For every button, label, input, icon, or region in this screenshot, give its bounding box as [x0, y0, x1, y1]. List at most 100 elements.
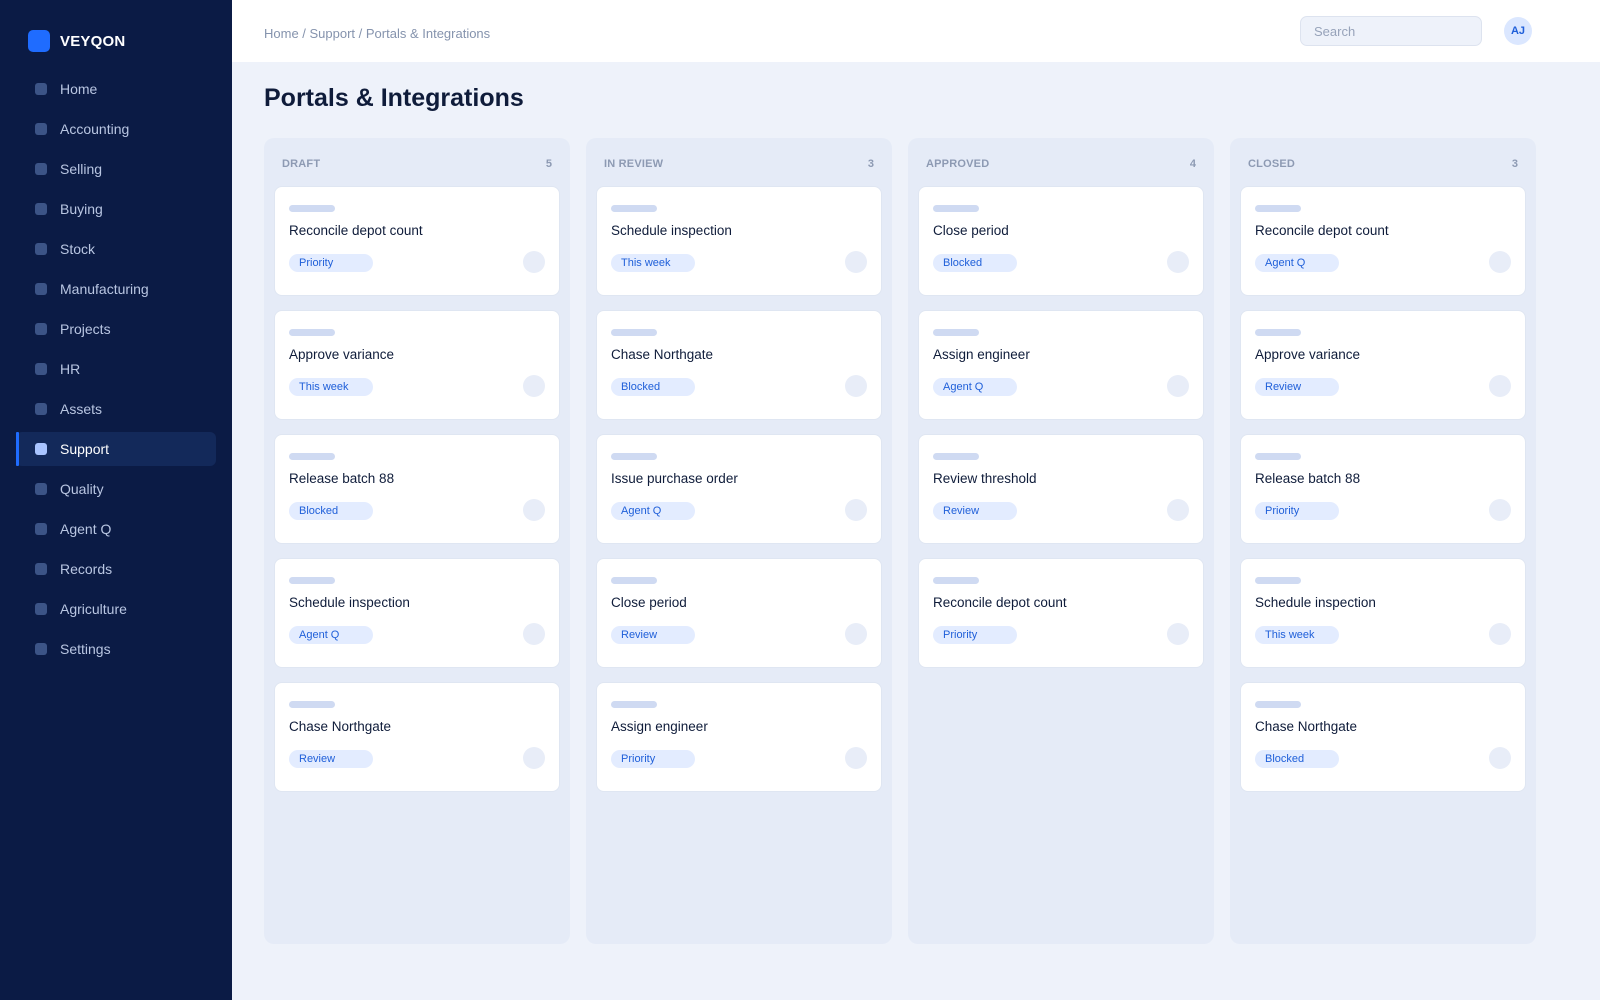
sidebar-item-settings[interactable]: Settings [16, 632, 216, 666]
column-header: APPROVED 4 [918, 150, 1204, 178]
column-title: DRAFT [282, 158, 321, 170]
sidebar-item-hr[interactable]: HR [16, 352, 216, 386]
task-card[interactable]: Review threshold Review [918, 434, 1204, 544]
card-tag[interactable]: Blocked [1255, 750, 1339, 768]
task-card[interactable]: Approve variance This week [274, 310, 560, 420]
breadcrumb[interactable]: Home / Support / Portals & Integrations [264, 26, 490, 41]
assignee-avatar-icon[interactable] [1167, 623, 1189, 645]
sidebar-item-stock[interactable]: Stock [16, 232, 216, 266]
task-card[interactable]: Chase Northgate Review [274, 682, 560, 792]
card-tag[interactable]: Review [289, 750, 373, 768]
task-card[interactable]: Issue purchase order Agent Q [596, 434, 882, 544]
assignee-avatar-icon[interactable] [523, 623, 545, 645]
task-card[interactable]: Schedule inspection This week [1240, 558, 1526, 668]
task-card[interactable]: Approve variance Review [1240, 310, 1526, 420]
sidebar-nav: Home Accounting Selling Buying Stock Manufact… [16, 72, 216, 672]
assignee-avatar-icon[interactable] [1489, 499, 1511, 521]
task-card[interactable]: Reconcile depot count Priority [274, 186, 560, 296]
assignee-avatar-icon[interactable] [1489, 747, 1511, 769]
card-tag[interactable]: Priority [933, 626, 1017, 644]
card-title: Release batch 88 [289, 471, 395, 486]
task-card[interactable]: Schedule inspection This week [596, 186, 882, 296]
board-column: APPROVED 4 Close period Blocked Assign engin… [908, 138, 1214, 944]
task-card[interactable]: Chase Northgate Blocked [596, 310, 882, 420]
settings-icon [35, 643, 47, 655]
assignee-avatar-icon[interactable] [845, 623, 867, 645]
assignee-avatar-icon[interactable] [845, 375, 867, 397]
task-card[interactable]: Release batch 88 Blocked [274, 434, 560, 544]
column-header: DRAFT 5 [274, 150, 560, 178]
sidebar-item-agriculture[interactable]: Agriculture [16, 592, 216, 626]
task-card[interactable]: Close period Review [596, 558, 882, 668]
card-tag[interactable]: This week [289, 378, 373, 396]
assignee-avatar-icon[interactable] [523, 499, 545, 521]
brand[interactable]: VEYQON [28, 30, 125, 52]
assignee-avatar-icon[interactable] [523, 747, 545, 769]
assignee-avatar-icon[interactable] [845, 499, 867, 521]
card-tag[interactable]: Agent Q [1255, 254, 1339, 272]
task-card[interactable]: Assign engineer Priority [596, 682, 882, 792]
avatar[interactable]: AJ [1504, 17, 1532, 45]
task-card[interactable]: Chase Northgate Blocked [1240, 682, 1526, 792]
task-card[interactable]: Schedule inspection Agent Q [274, 558, 560, 668]
card-tag[interactable]: Review [933, 502, 1017, 520]
assignee-avatar-icon[interactable] [523, 375, 545, 397]
assignee-avatar-icon[interactable] [845, 747, 867, 769]
sidebar-item-projects[interactable]: Projects [16, 312, 216, 346]
task-card[interactable]: Close period Blocked [918, 186, 1204, 296]
card-label-bar [933, 577, 979, 584]
card-tag[interactable]: Agent Q [933, 378, 1017, 396]
card-title: Schedule inspection [1255, 595, 1376, 610]
card-tag[interactable]: Blocked [289, 502, 373, 520]
card-tag[interactable]: Agent Q [289, 626, 373, 644]
card-tag[interactable]: Agent Q [611, 502, 695, 520]
task-card[interactable]: Reconcile depot count Priority [918, 558, 1204, 668]
card-label-bar [611, 329, 657, 336]
column-header: CLOSED 3 [1240, 150, 1526, 178]
assignee-avatar-icon[interactable] [1167, 251, 1189, 273]
sidebar-item-label: Agriculture [60, 601, 127, 617]
sidebar-item-home[interactable]: Home [16, 72, 216, 106]
card-title: Issue purchase order [611, 471, 738, 486]
sidebar-item-support[interactable]: Support [16, 432, 216, 466]
card-tag[interactable]: Review [1255, 378, 1339, 396]
card-title: Reconcile depot count [1255, 223, 1389, 238]
card-tag[interactable]: Priority [289, 254, 373, 272]
card-title: Assign engineer [933, 347, 1030, 362]
task-card[interactable]: Reconcile depot count Agent Q [1240, 186, 1526, 296]
sidebar-item-selling[interactable]: Selling [16, 152, 216, 186]
support-icon [35, 443, 47, 455]
card-label-bar [1255, 701, 1301, 708]
search-input[interactable] [1300, 16, 1482, 46]
card-label-bar [289, 329, 335, 336]
assignee-avatar-icon[interactable] [1489, 623, 1511, 645]
card-tag[interactable]: Blocked [611, 378, 695, 396]
assignee-avatar-icon[interactable] [1167, 499, 1189, 521]
card-title: Chase Northgate [1255, 719, 1358, 734]
assignee-avatar-icon[interactable] [1489, 375, 1511, 397]
sidebar-item-assets[interactable]: Assets [16, 392, 216, 426]
sidebar-item-agent-q[interactable]: Agent Q [16, 512, 216, 546]
sidebar-item-label: Selling [60, 161, 103, 177]
card-tag[interactable]: Priority [1255, 502, 1339, 520]
sidebar-item-buying[interactable]: Buying [16, 192, 216, 226]
card-tag[interactable]: Review [611, 626, 695, 644]
card-tag[interactable]: Priority [611, 750, 695, 768]
agriculture-icon [35, 603, 47, 615]
board-column: DRAFT 5 Reconcile depot count Priority Appro… [264, 138, 570, 944]
task-card[interactable]: Release batch 88 Priority [1240, 434, 1526, 544]
card-tag[interactable]: This week [1255, 626, 1339, 644]
card-title: Close period [933, 223, 1009, 238]
task-card[interactable]: Assign engineer Agent Q [918, 310, 1204, 420]
sidebar-item-accounting[interactable]: Accounting [16, 112, 216, 146]
assignee-avatar-icon[interactable] [845, 251, 867, 273]
card-tag[interactable]: This week [611, 254, 695, 272]
sidebar-item-manufacturing[interactable]: Manufacturing [16, 272, 216, 306]
card-tag[interactable]: Blocked [933, 254, 1017, 272]
assignee-avatar-icon[interactable] [523, 251, 545, 273]
sidebar-item-records[interactable]: Records [16, 552, 216, 586]
assignee-avatar-icon[interactable] [1489, 251, 1511, 273]
card-title: Assign engineer [611, 719, 708, 734]
sidebar-item-quality[interactable]: Quality [16, 472, 216, 506]
assignee-avatar-icon[interactable] [1167, 375, 1189, 397]
